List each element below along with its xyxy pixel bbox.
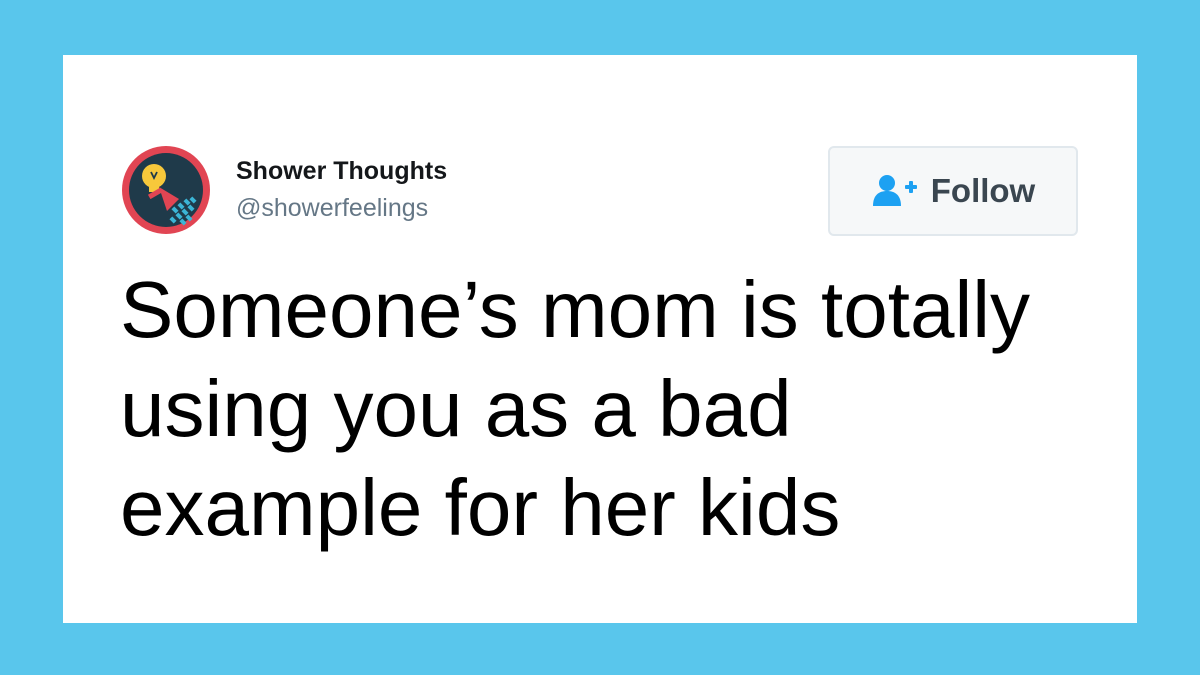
add-user-icon xyxy=(871,173,919,209)
follow-label: Follow xyxy=(930,172,1036,209)
follow-button[interactable]: Follow xyxy=(828,146,1078,236)
lightbulb-shower-icon xyxy=(122,146,210,234)
avatar[interactable] xyxy=(121,145,211,235)
tweet-text: Someone’s mom is totally using you as a … xyxy=(120,265,1030,552)
account-handle[interactable]: @showerfeelings xyxy=(236,193,428,223)
tweet-card: Shower Thoughts @showerfeelings Follow S… xyxy=(63,55,1137,623)
account-name[interactable]: Shower Thoughts xyxy=(236,156,447,186)
